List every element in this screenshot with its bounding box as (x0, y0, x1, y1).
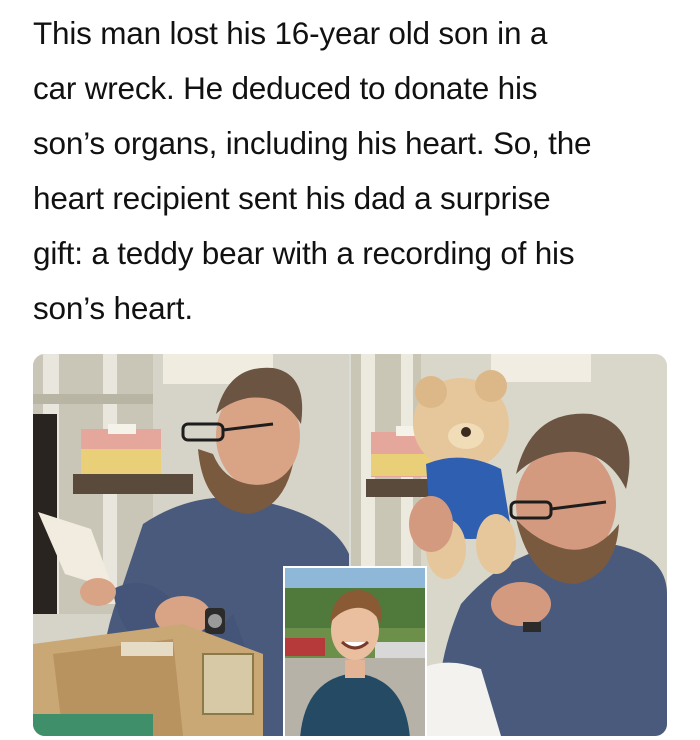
caption-line-4: heart recipient sent his dad a surprise (33, 180, 551, 216)
son-portrait-illustration (285, 568, 425, 736)
caption-line-1: This man lost his 16-year old son in a (33, 15, 548, 51)
caption-line-3: son’s organs, including his heart. So, t… (33, 125, 592, 161)
caption-line-2: car wreck. He deduced to donate his (33, 70, 538, 106)
photo-collage[interactable] (33, 354, 667, 736)
photo-son-portrait[interactable] (283, 566, 427, 736)
post-caption: This man lost his 16-year old son in a c… (33, 6, 683, 336)
caption-line-5: gift: a teddy bear with a recording of h… (33, 235, 575, 271)
caption-line-6: son’s heart. (33, 290, 193, 326)
